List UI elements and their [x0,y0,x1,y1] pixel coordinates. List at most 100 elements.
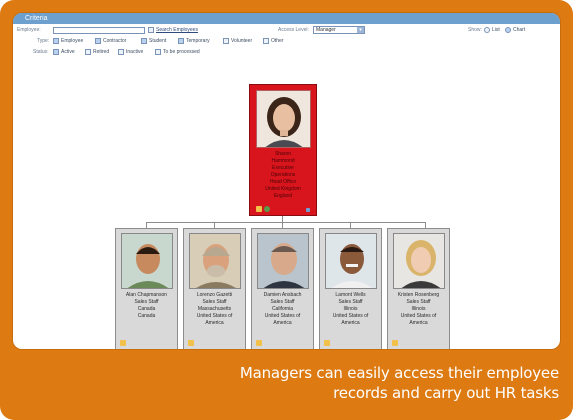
status-to-be-processed-label: To be processed [163,49,200,55]
employee-line: California [271,306,294,312]
screenshot-frame: Criteria Employee: Search Employees Acce… [0,0,573,420]
employee-details: Lamont Wells Sales Staff Illinois United… [320,292,381,327]
employee-input[interactable] [53,27,145,34]
manager-line: Sharon [274,151,292,157]
employee-line: United States of [400,313,437,319]
expand-icon[interactable] [306,208,310,212]
employee-details: Alan Chapmanson Sales Staff Canada Canad… [116,292,177,320]
criteria-row-status: Status: Active Retired Inactive To be pr… [13,48,560,57]
type-employee-label: Employee [61,38,84,44]
employee-line: America [273,320,292,326]
employee-label: Employee: [17,27,41,33]
employee-line: United States of [332,313,369,319]
status-active-label: Active [61,49,75,55]
type-temporary-label: Temporary [186,38,210,44]
employee-line: Sales Staff [338,299,363,305]
person-icon[interactable] [256,206,262,212]
employee-line: America [205,320,224,326]
employee-card[interactable]: Lamont Wells Sales Staff Illinois United… [319,228,382,349]
caption-line-1: Managers can easily access their employe… [239,364,559,382]
status-label: Status: [33,49,49,55]
person-icon[interactable] [256,340,262,346]
employee-photo [121,233,173,289]
employee-line: America [341,320,360,326]
employee-line: Canada [137,306,156,312]
manager-line: Head Office [269,179,297,185]
show-list-label: List [492,27,500,33]
criteria-row-type: Type: Employee Contractor Student Tempor… [13,37,560,46]
employee-line: Illinois [343,306,358,312]
type-student-label: Student [149,38,167,44]
manager-card[interactable]: Sharon Hammond Executive Operations Head… [249,84,317,216]
show-label: Show: [468,27,482,33]
type-volunteer-label: Volunteer [231,38,253,44]
criteria-row-employee: Employee: Search Employees Access Level:… [13,26,560,35]
access-level-value: Manager [316,27,336,33]
type-volunteer-checkbox[interactable] [223,38,229,44]
search-employees-link[interactable]: Search Employees [156,26,198,35]
manager-photo [256,90,311,148]
type-contractor-checkbox[interactable] [95,38,101,44]
manager-line: United Kingdom [265,186,301,192]
show-chart-radio[interactable] [505,27,511,33]
employee-name: Damien Ansbach [263,292,302,298]
manager-details: Sharon Hammond Executive Operations Head… [250,151,316,200]
employee-line: America [409,320,428,326]
type-label: Type: [37,38,50,44]
access-level-label: Access Level: [278,27,309,33]
type-contractor-label: Contractor [103,38,127,44]
hr-app-panel: Criteria Employee: Search Employees Acce… [12,12,561,350]
show-list-radio[interactable] [484,27,490,33]
type-student-checkbox[interactable] [141,38,147,44]
employee-line: United States of [196,313,233,319]
employee-photo [325,233,377,289]
manager-line: Hammond [271,158,295,164]
status-inactive-checkbox[interactable] [118,49,124,55]
employee-photo [189,233,241,289]
employee-card[interactable]: Alan Chapmanson Sales Staff Canada Canad… [115,228,178,349]
employee-photo [393,233,445,289]
person-icon[interactable] [392,340,398,346]
employee-details: Damien Ansbach Sales Staff California Un… [252,292,313,327]
status-retired-checkbox[interactable] [85,49,91,55]
search-employees-checkbox[interactable] [148,27,154,33]
employee-name: Lorenzo Gazetti [196,292,233,298]
show-chart-label: Chart [513,27,526,33]
person-icon[interactable] [120,340,126,346]
type-other-checkbox[interactable] [263,38,269,44]
employee-details: Lorenzo Gazetti Sales Staff Massachusett… [184,292,245,327]
employee-line: Sales Staff [270,299,295,305]
access-level-select[interactable]: Manager ▾ [313,26,365,34]
employee-name: Alan Chapmanson [125,292,168,298]
person-icon[interactable] [324,340,330,346]
employee-details: Kristen Rosenberg Sales Staff Illinois U… [388,292,449,327]
chevron-down-icon: ▾ [357,27,364,33]
employee-card[interactable]: Damien Ansbach Sales Staff California Un… [251,228,314,349]
employee-line: Sales Staff [406,299,431,305]
employee-line: Sales Staff [134,299,159,305]
employee-line: Massachusetts [197,306,232,312]
employee-line: Illinois [411,306,426,312]
globe-icon[interactable] [264,206,270,212]
employee-photo [257,233,309,289]
status-to-be-processed-checkbox[interactable] [155,49,161,55]
type-employee-checkbox[interactable] [53,38,59,44]
employee-name: Lamont Wells [335,292,366,298]
manager-line: England [273,193,293,199]
manager-line: Operations [270,172,296,178]
employee-line: United States of [264,313,301,319]
caption: Managers can easily access their employe… [159,363,559,403]
status-active-checkbox[interactable] [53,49,59,55]
type-other-label: Other [271,38,284,44]
employee-card[interactable]: Kristen Rosenberg Sales Staff Illinois U… [387,228,450,349]
employee-line: Canada [137,313,156,319]
manager-line: Executive [272,165,294,171]
type-temporary-checkbox[interactable] [178,38,184,44]
criteria-header: Criteria [13,13,560,24]
status-inactive-label: Inactive [126,49,144,55]
employee-name: Kristen Rosenberg [397,292,440,298]
employee-card[interactable]: Lorenzo Gazetti Sales Staff Massachusett… [183,228,246,349]
employee-line: Sales Staff [202,299,227,305]
caption-line-2: records and carry out HR tasks [333,384,559,402]
person-icon[interactable] [188,340,194,346]
